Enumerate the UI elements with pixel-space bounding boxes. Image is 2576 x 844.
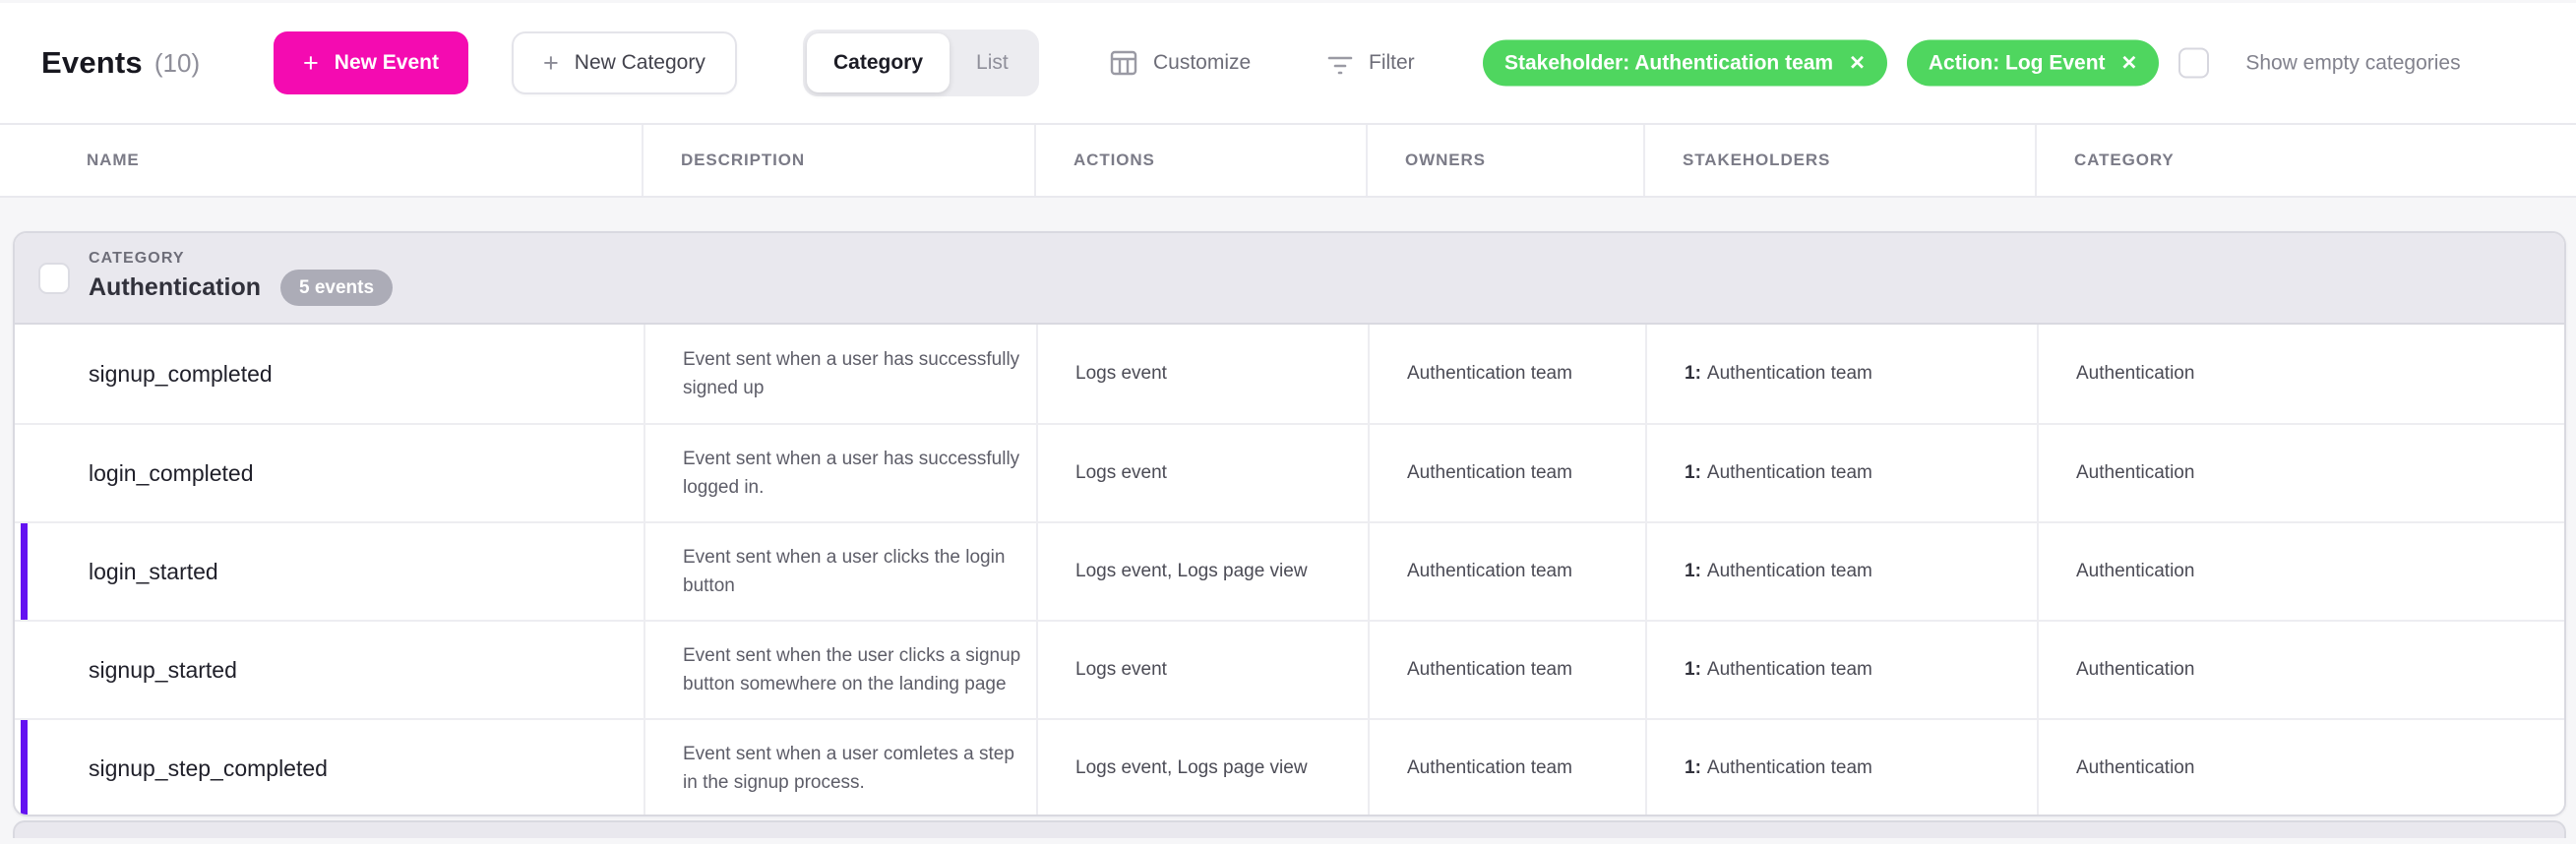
column-header-category: CATEGORY	[2035, 125, 2576, 196]
category-name: Authentication	[89, 273, 261, 302]
stakeholder-count: 1:	[1685, 757, 1701, 779]
event-name-cell: signup_started	[15, 622, 644, 718]
table-columns-icon	[1109, 48, 1138, 78]
event-category-cell: Authentication	[2037, 720, 2564, 816]
category-card: CATEGORY Authentication 5 events signup_…	[13, 231, 2566, 816]
tab-category-view[interactable]: Category	[807, 33, 950, 92]
events-count-badge: 5 events	[280, 270, 393, 306]
event-description-cell: Event sent when a user has successfully …	[644, 325, 1036, 423]
filter-label: Filter	[1369, 51, 1415, 75]
event-owners-cell: Authentication team	[1368, 325, 1645, 423]
column-header-owners: OWNERS	[1366, 125, 1643, 196]
event-name-cell: login_completed	[15, 425, 644, 521]
show-empty-categories-checkbox[interactable]	[2178, 48, 2209, 79]
event-owners-cell: Authentication team	[1368, 622, 1645, 718]
stakeholder-team: Authentication team	[1707, 462, 1872, 484]
event-name-cell: signup_completed	[15, 325, 644, 423]
filter-chip-action[interactable]: Action: Log Event ✕	[1907, 40, 2159, 87]
event-owners-cell: Authentication team	[1368, 425, 1645, 521]
event-category-cell: Authentication	[2037, 325, 2564, 423]
stakeholder-count: 1:	[1685, 561, 1701, 582]
category-group-header[interactable]: CATEGORY Authentication 5 events	[15, 233, 2564, 325]
category-kicker: CATEGORY	[89, 250, 393, 268]
event-row[interactable]: signup_completed Event sent when a user …	[15, 325, 2564, 423]
event-description-cell: Event sent when a user comletes a step i…	[644, 720, 1036, 816]
event-actions-cell: Logs event	[1036, 325, 1368, 423]
filter-chip-label: Action: Log Event	[1929, 51, 2106, 75]
event-description-cell: Event sent when the user clicks a signup…	[644, 622, 1036, 718]
event-actions-cell: Logs event	[1036, 622, 1368, 718]
event-row[interactable]: login_completed Event sent when a user h…	[15, 423, 2564, 521]
category-group-text: CATEGORY Authentication 5 events	[89, 250, 393, 306]
new-category-button[interactable]: + New Category	[512, 31, 737, 94]
column-header-name: NAME	[0, 125, 642, 196]
event-actions-cell: Logs event	[1036, 425, 1368, 521]
event-description-cell: Event sent when a user clicks the login …	[644, 523, 1036, 620]
event-category-cell: Authentication	[2037, 523, 2564, 620]
event-name-cell: signup_step_completed	[15, 720, 644, 816]
active-filters: Stakeholder: Authentication team ✕ Actio…	[1483, 40, 2461, 87]
page-title: Events	[41, 45, 143, 81]
event-row[interactable]: signup_step_completed Event sent when a …	[15, 718, 2564, 816]
column-header-actions: ACTIONS	[1034, 125, 1366, 196]
event-row[interactable]: login_started Event sent when a user cli…	[15, 521, 2564, 620]
event-description-cell: Event sent when a user has successfully …	[644, 425, 1036, 521]
events-count: (10)	[154, 48, 200, 79]
filter-chip-label: Stakeholder: Authentication team	[1504, 51, 1833, 75]
customize-button[interactable]: Customize	[1109, 48, 1251, 78]
new-category-label: New Category	[575, 51, 705, 75]
event-stakeholders-cell: 1: Authentication team	[1645, 622, 2037, 718]
stakeholder-team: Authentication team	[1707, 757, 1872, 779]
event-name-cell: login_started	[15, 523, 644, 620]
stakeholder-team: Authentication team	[1707, 561, 1872, 582]
category-select-checkbox[interactable]	[38, 263, 70, 294]
new-event-label: New Event	[335, 51, 439, 75]
event-actions-cell: Logs event, Logs page view	[1036, 720, 1368, 816]
show-empty-categories-label: Show empty categories	[2245, 51, 2460, 75]
column-header-description: DESCRIPTION	[642, 125, 1034, 196]
view-toggle: Category List	[803, 30, 1039, 96]
event-stakeholders-cell: 1: Authentication team	[1645, 325, 2037, 423]
event-owners-cell: Authentication team	[1368, 720, 1645, 816]
stakeholder-count: 1:	[1685, 659, 1701, 681]
event-row[interactable]: signup_started Event sent when the user …	[15, 620, 2564, 718]
stakeholder-team: Authentication team	[1707, 659, 1872, 681]
page-title-group: Events (10)	[41, 45, 200, 81]
table-column-header: NAME DESCRIPTION ACTIONS OWNERS STAKEHOL…	[0, 125, 2576, 198]
stakeholder-count: 1:	[1685, 363, 1701, 385]
event-category-cell: Authentication	[2037, 622, 2564, 718]
stakeholder-count: 1:	[1685, 462, 1701, 484]
close-icon[interactable]: ✕	[1849, 53, 1866, 73]
event-stakeholders-cell: 1: Authentication team	[1645, 720, 2037, 816]
stakeholder-team: Authentication team	[1707, 363, 1872, 385]
customize-label: Customize	[1153, 51, 1251, 75]
event-owners-cell: Authentication team	[1368, 523, 1645, 620]
event-rows: signup_completed Event sent when a user …	[15, 325, 2564, 816]
plus-icon: +	[543, 50, 559, 77]
toolbar: Events (10) + New Event + New Category C…	[0, 3, 2576, 125]
column-header-stakeholders: STAKEHOLDERS	[1643, 125, 2035, 196]
plus-icon: +	[303, 50, 319, 77]
close-icon[interactable]: ✕	[2121, 53, 2138, 73]
branch-change-indicator	[21, 720, 28, 816]
next-category-card-partial[interactable]	[13, 820, 2566, 838]
event-category-cell: Authentication	[2037, 425, 2564, 521]
event-stakeholders-cell: 1: Authentication team	[1645, 425, 2037, 521]
new-event-button[interactable]: + New Event	[274, 31, 468, 94]
branch-change-indicator	[21, 523, 28, 620]
tab-list-view[interactable]: List	[950, 33, 1035, 92]
event-actions-cell: Logs event, Logs page view	[1036, 523, 1368, 620]
filter-icon	[1326, 49, 1354, 77]
filter-chip-stakeholder[interactable]: Stakeholder: Authentication team ✕	[1483, 40, 1887, 87]
event-stakeholders-cell: 1: Authentication team	[1645, 523, 2037, 620]
filter-button[interactable]: Filter	[1326, 49, 1415, 77]
